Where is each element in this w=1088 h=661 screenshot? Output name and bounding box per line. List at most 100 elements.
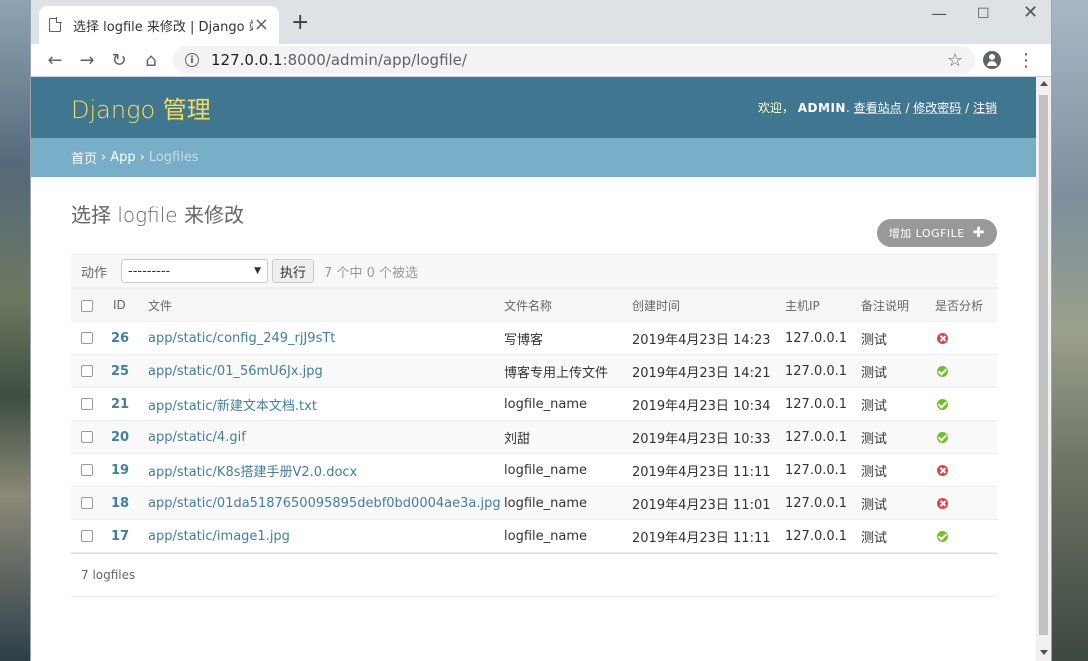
row-file-link[interactable]: app/static/image1.jpg xyxy=(148,529,290,544)
column-header-file[interactable]: 文件 xyxy=(148,288,504,322)
forward-icon[interactable]: → xyxy=(71,46,103,74)
column-header-analyzed[interactable]: 是否分析 xyxy=(935,288,997,322)
reload-icon[interactable]: ↻ xyxy=(103,46,135,74)
dropdown-arrow-icon: ▼ xyxy=(254,266,262,276)
action-label: 动作 xyxy=(81,265,108,281)
table-row: 21 app/static/新建文本文档.txt logfile_name 2019年… xyxy=(71,387,997,421)
row-file-name: logfile_name xyxy=(504,387,632,421)
account-button[interactable] xyxy=(975,51,1009,69)
row-file-link[interactable]: app/static/4.gif xyxy=(148,430,246,445)
row-file-name: logfile_name xyxy=(504,453,632,487)
row-file-link[interactable]: app/static/K8s搭建手册V2.0.docx xyxy=(148,465,357,480)
yes-icon xyxy=(937,365,948,377)
row-created-time: 2019年4月23日 14:21 xyxy=(632,354,785,388)
address-toolbar: ← → ↻ ⌂ i 127.0.0.1:8000/admin/app/logfi… xyxy=(31,44,1051,77)
go-button[interactable]: 执行 xyxy=(272,259,315,283)
back-icon[interactable]: ← xyxy=(39,46,71,74)
desktop-background-right xyxy=(1052,0,1088,661)
row-checkbox[interactable] xyxy=(81,332,93,344)
vertical-scrollbar[interactable] xyxy=(1036,77,1051,661)
row-created-time: 2019年4月23日 11:01 xyxy=(632,486,785,520)
row-checkbox[interactable] xyxy=(81,497,93,509)
row-file-link[interactable]: app/static/config_249_rjJ9sTt xyxy=(148,331,335,346)
row-file-name: 写博客 xyxy=(504,321,632,355)
table-body: 26 app/static/config_249_rjJ9sTt 写博客 2019年4… xyxy=(71,321,997,553)
column-header-name[interactable]: 文件名称 xyxy=(504,288,632,322)
site-brand[interactable]: Django 管理 xyxy=(71,90,211,125)
account-icon xyxy=(983,51,1001,69)
address-bar[interactable]: i 127.0.0.1:8000/admin/app/logfile/ ☆ xyxy=(173,46,975,74)
yes-icon xyxy=(937,431,948,443)
info-icon[interactable]: i xyxy=(185,53,199,67)
logout-link[interactable]: 注销 xyxy=(973,101,997,115)
row-file-name: 刘甜 xyxy=(504,420,632,454)
row-host-ip: 127.0.0.1 xyxy=(785,321,861,355)
url-host: 127.0.0.1 xyxy=(211,51,283,69)
action-select[interactable]: --------- ▼ xyxy=(121,259,269,283)
action-selected-value: --------- xyxy=(128,263,171,279)
close-tab-icon[interactable]: × xyxy=(254,16,269,34)
close-window-icon[interactable]: ✕ xyxy=(1023,2,1038,23)
row-host-ip: 127.0.0.1 xyxy=(785,387,861,421)
browser-tab[interactable]: 选择 logfile 来修改 | Django 站 × xyxy=(39,6,279,44)
bookmark-star-icon[interactable]: ☆ xyxy=(947,50,963,71)
result-list: ID 文件 文件名称 创建时间 主机IP 备注说明 是否分析 26 app/sta… xyxy=(71,288,997,553)
scroll-up-icon[interactable] xyxy=(1040,81,1048,86)
column-header-ip[interactable]: 主机IP xyxy=(785,288,861,322)
browser-window: 选择 logfile 来修改 | Django 站 × + — ☐ ✕ ← → … xyxy=(30,0,1052,661)
row-id-link[interactable]: 19 xyxy=(111,463,129,478)
selection-counter: 7 个中 0 个被选 xyxy=(324,265,418,281)
add-logfile-button[interactable]: 增加 LOGFILE ✚ xyxy=(876,219,997,247)
row-id-link[interactable]: 17 xyxy=(111,529,129,544)
row-created-time: 2019年4月23日 11:11 xyxy=(632,453,785,487)
scroll-down-icon[interactable] xyxy=(1040,650,1048,655)
menu-icon[interactable]: ⋮ xyxy=(1009,50,1043,71)
table-row: 26 app/static/config_249_rjJ9sTt 写博客 2019年4… xyxy=(71,321,997,355)
row-checkbox[interactable] xyxy=(81,431,93,443)
row-checkbox[interactable] xyxy=(81,365,93,377)
row-file-link[interactable]: app/static/01da5187650095895debf0bd0004a… xyxy=(148,496,501,511)
change-password-link[interactable]: 修改密码 xyxy=(913,101,961,115)
row-created-time: 2019年4月23日 10:33 xyxy=(632,420,785,454)
table-row: 19 app/static/K8s搭建手册V2.0.docx logfile_nam… xyxy=(71,453,997,487)
row-created-time: 2019年4月23日 10:34 xyxy=(632,387,785,421)
no-icon xyxy=(937,332,948,344)
title-bar: 选择 logfile 来修改 | Django 站 × + — ☐ ✕ xyxy=(31,0,1051,44)
user-tools: 欢迎， ADMIN. 查看站点 / 修改密码 / 注销 xyxy=(757,101,997,115)
breadcrumb-home[interactable]: 首页 xyxy=(71,148,97,167)
view-site-link[interactable]: 查看站点 xyxy=(854,101,902,115)
maximize-icon[interactable]: ☐ xyxy=(977,6,990,22)
row-id-link[interactable]: 20 xyxy=(111,430,129,445)
row-id-link[interactable]: 21 xyxy=(111,397,129,412)
scrollbar-thumb[interactable] xyxy=(1039,95,1048,635)
column-header-id[interactable]: ID xyxy=(109,288,148,322)
row-file-name: 博客专用上传文件 xyxy=(504,354,632,388)
row-checkbox[interactable] xyxy=(81,398,93,410)
minimize-icon[interactable]: — xyxy=(931,4,947,23)
row-checkbox[interactable] xyxy=(81,464,93,476)
select-all-checkbox[interactable] xyxy=(81,299,93,312)
row-file-link[interactable]: app/static/新建文本文档.txt xyxy=(148,399,317,414)
row-file-name: logfile_name xyxy=(504,486,632,520)
row-file-link[interactable]: app/static/01_56mU6Jx.jpg xyxy=(148,364,323,379)
main-content: 选择 logfile 来修改 增加 LOGFILE ✚ 动作 ---------… xyxy=(31,199,1037,597)
select-all-column xyxy=(71,288,109,322)
yes-icon xyxy=(937,398,948,410)
row-host-ip: 127.0.0.1 xyxy=(785,486,861,520)
new-tab-icon[interactable]: + xyxy=(291,12,309,34)
row-id-link[interactable]: 25 xyxy=(111,364,129,379)
row-note: 测试 xyxy=(861,519,935,553)
row-note: 测试 xyxy=(861,420,935,454)
home-icon[interactable]: ⌂ xyxy=(135,46,167,74)
row-created-time: 2019年4月23日 11:11 xyxy=(632,519,785,553)
row-id-link[interactable]: 18 xyxy=(111,496,129,511)
url-path: :8000/admin/app/logfile/ xyxy=(282,51,467,69)
row-id-link[interactable]: 26 xyxy=(111,331,129,346)
column-header-note[interactable]: 备注说明 xyxy=(861,288,935,322)
table-header-row: ID 文件 文件名称 创建时间 主机IP 备注说明 是否分析 xyxy=(71,288,997,322)
username: ADMIN xyxy=(797,101,846,115)
row-checkbox[interactable] xyxy=(81,530,93,542)
page-title: 选择 logfile 来修改 xyxy=(71,203,244,227)
breadcrumb-app[interactable]: App xyxy=(110,150,135,165)
column-header-created[interactable]: 创建时间 xyxy=(632,288,785,322)
